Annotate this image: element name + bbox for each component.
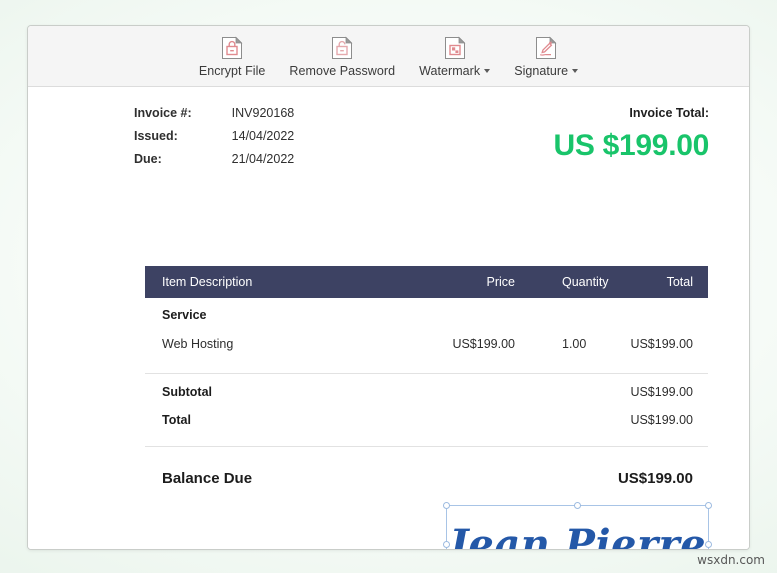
totals-section: Subtotal US$199.00 Total US$199.00 [145, 374, 708, 434]
watermark-document-icon [444, 36, 466, 60]
invoice-meta-row: Due: 21/04/2022 [134, 152, 294, 175]
resize-handle-middle-right[interactable] [705, 540, 712, 548]
signature-label-text: Signature [514, 63, 569, 78]
due-label: Due: [134, 152, 162, 166]
resize-handle-top-right[interactable] [705, 502, 712, 509]
column-header-description: Item Description [162, 275, 253, 289]
chevron-down-icon[interactable] [572, 68, 579, 73]
invoice-total-amount: US $199.00 [553, 129, 710, 162]
signature-selection-box[interactable]: Jean Pierre [443, 502, 712, 550]
watermark-button[interactable]: Watermark [407, 33, 502, 80]
invoice-meta-table: Invoice #: INV920168 Issued: 14/04/2022 … [134, 106, 294, 175]
group-label: Service [162, 308, 207, 322]
total-label: Total [162, 413, 191, 427]
item-price: US$199.00 [452, 336, 515, 351]
watermark-label-text: Watermark [419, 63, 481, 78]
table-group-row: Service [145, 298, 708, 326]
encrypt-file-label: Encrypt File [198, 63, 266, 78]
signature-label: Signature [514, 63, 579, 78]
line-items-table: Item Description Price Quantity Total Se… [145, 266, 708, 495]
signature-button[interactable]: Signature [502, 33, 590, 80]
invoice-meta-row: Issued: 14/04/2022 [134, 129, 294, 152]
column-header-quantity: Quantity [562, 275, 609, 289]
subtotal-value: US$199.00 [630, 385, 693, 399]
invoice-document: Invoice #: INV920168 Issued: 14/04/2022 … [28, 87, 749, 549]
balance-due-row: Balance Due US$199.00 [145, 461, 708, 495]
chevron-down-icon[interactable] [484, 68, 491, 73]
balance-due-label: Balance Due [162, 469, 253, 487]
invoice-total-caption: Invoice Total: [629, 106, 709, 120]
invoice-total-block: Invoice Total: US $199.00 [553, 106, 710, 163]
site-watermark: wsxdn.com [697, 553, 765, 567]
total-row: Total US$199.00 [145, 406, 708, 434]
application-window: Encrypt File Remove Password Watermark S… [27, 25, 750, 550]
total-value: US$199.00 [630, 413, 693, 427]
issued-label: Issued: [134, 129, 178, 143]
due-value: 21/04/2022 [231, 152, 295, 166]
editor-toolbar: Encrypt File Remove Password Watermark S… [28, 26, 749, 87]
lock-document-icon [221, 36, 243, 60]
subtotal-label: Subtotal [162, 385, 212, 399]
signature-pen-icon [535, 36, 557, 60]
column-header-total: Total [666, 275, 693, 289]
resize-handle-middle-left[interactable] [443, 540, 450, 548]
table-header-row: Item Description Price Quantity Total [145, 266, 708, 298]
invoice-meta-row: Invoice #: INV920168 [134, 106, 294, 129]
unlock-document-icon [331, 36, 353, 60]
signature-text: Jean Pierre [448, 520, 707, 550]
item-description: Web Hosting [162, 336, 234, 351]
invoice-number-label: Invoice #: [134, 106, 192, 120]
item-total: US$199.00 [630, 336, 693, 351]
encrypt-file-button[interactable]: Encrypt File [187, 33, 278, 80]
invoice-number-value: INV920168 [231, 106, 295, 120]
resize-handle-top-center[interactable] [573, 502, 581, 509]
column-header-price: Price [486, 275, 515, 289]
issued-value: 14/04/2022 [231, 129, 295, 143]
subtotal-row: Subtotal US$199.00 [145, 378, 708, 406]
invoice-header: Invoice #: INV920168 Issued: 14/04/2022 … [134, 106, 709, 175]
watermark-label: Watermark [419, 63, 491, 78]
resize-handle-top-left[interactable] [443, 502, 450, 509]
item-quantity: 1.00 [562, 336, 587, 351]
balance-divider [145, 446, 708, 447]
balance-due-value: US$199.00 [617, 469, 693, 487]
remove-password-button[interactable]: Remove Password [277, 33, 407, 80]
table-row: Web Hosting US$199.00 1.00 US$199.00 [145, 326, 708, 361]
remove-password-label: Remove Password [289, 63, 396, 78]
